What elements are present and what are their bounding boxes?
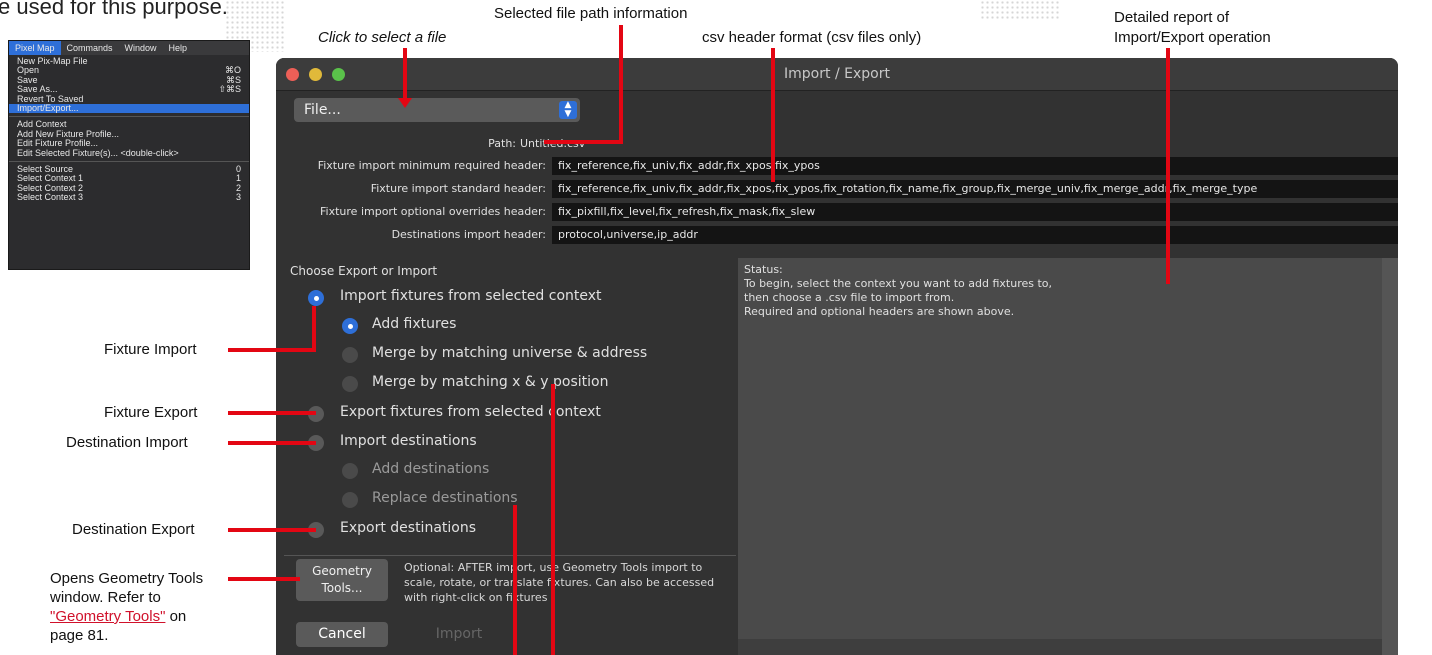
menu-item-new[interactable]: New Pix-Map File: [9, 56, 249, 66]
menu-bar-commands[interactable]: Commands: [61, 41, 119, 55]
callout-detailed-report-1: Detailed report of: [1114, 9, 1230, 26]
chevron-up-down-icon: ▲ ▼: [559, 101, 577, 119]
label-add-fixtures: Add fixtures: [372, 316, 457, 332]
callout-destination-import: Destination Import: [66, 434, 188, 451]
callout-selected-path-info: Selected file path information: [494, 5, 688, 22]
radio-import-fixtures[interactable]: [308, 290, 324, 306]
label-import-fixtures: Import fixtures from selected context: [340, 288, 602, 304]
callout-line-fixture-import-v: [312, 306, 316, 352]
callout-arrowhead: [398, 98, 412, 108]
destinations-header-field[interactable]: protocol,universe,ip_addr: [552, 226, 1398, 244]
callout-line-detailed-report: [1166, 48, 1170, 284]
page-header-fragment: e used for this purpose.: [0, 0, 228, 19]
callout-line-path-info-v: [619, 25, 623, 144]
callout-line-csv-header: [771, 48, 775, 182]
radio-add-destinations[interactable]: [342, 463, 358, 479]
radio-replace-destinations[interactable]: [342, 492, 358, 508]
menu-item-open[interactable]: Open ⌘O: [9, 65, 249, 75]
status-panel: Status: To begin, select the context you…: [738, 258, 1398, 655]
label-merge-univ-addr: Merge by matching universe & address: [372, 345, 648, 361]
geometry-tools-link[interactable]: "Geometry Tools": [50, 608, 165, 625]
callout-line-fixture-import-h: [228, 348, 316, 352]
geometry-note: Optional: AFTER import, use Geometry Too…: [404, 561, 715, 604]
geometry-tools-button[interactable]: Geometry Tools...: [296, 559, 388, 601]
standard-header-field[interactable]: fix_reference,fix_univ,fix_addr,fix_xpos…: [552, 180, 1398, 198]
callout-line-path-info-h: [544, 140, 623, 144]
import-button[interactable]: Import: [404, 622, 514, 647]
status-vertical-scrollbar[interactable]: [1382, 258, 1398, 655]
menu-item-edit-selected-fixtures[interactable]: Edit Selected Fixture(s)... <double-clic…: [9, 148, 249, 158]
status-title: Status:: [744, 263, 783, 276]
status-line: then choose a .csv file to import from.: [744, 291, 955, 304]
optional-header-label: Fixture import optional overrides header…: [320, 205, 546, 218]
min-header-label: Fixture import minimum required header:: [317, 159, 546, 172]
label-export-fixtures: Export fixtures from selected context: [340, 404, 601, 420]
optional-header-field[interactable]: fix_pixfill,fix_level,fix_refresh,fix_ma…: [552, 203, 1398, 221]
menu-item-select-context-3[interactable]: Select Context 33: [9, 192, 249, 202]
cancel-button[interactable]: Cancel: [296, 622, 388, 647]
divider: [284, 555, 736, 556]
callout-line-geometry: [228, 577, 300, 581]
status-line: To begin, select the context you want to…: [744, 277, 1053, 290]
callout-line-merge-xy: [551, 384, 555, 655]
dot-pattern-right: [980, 0, 1060, 20]
callout-geometry-line2: window. Refer to: [50, 589, 161, 606]
callout-line-destination-import: [228, 441, 316, 445]
standard-header-label: Fixture import standard header:: [370, 182, 546, 195]
label-merge-xy: Merge by matching x & y position: [372, 374, 609, 390]
callout-line-fixture-export: [228, 411, 316, 415]
min-header-field[interactable]: fix_reference,fix_univ,fix_addr,fix_xpos…: [552, 157, 1398, 175]
callout-click-to-select: Click to select a file: [318, 29, 447, 46]
label-import-destinations: Import destinations: [340, 433, 477, 449]
callout-geometry-line3: "Geometry Tools" on: [50, 608, 187, 625]
label-add-destinations: Add destinations: [372, 461, 490, 477]
menu-bar-help[interactable]: Help: [163, 41, 194, 55]
callout-fixture-import: Fixture Import: [104, 341, 197, 358]
status-horizontal-scrollbar[interactable]: [738, 639, 1382, 655]
callout-csv-header-format: csv header format (csv files only): [702, 29, 922, 46]
callout-line-destination-export: [228, 528, 316, 532]
window-title: Import / Export: [784, 66, 890, 82]
radio-merge-xy[interactable]: [342, 376, 358, 392]
menu-separator: [9, 116, 249, 118]
callout-geometry-line4: page 81.: [50, 627, 109, 644]
label-export-destinations: Export destinations: [340, 520, 477, 536]
menu-item-import-export[interactable]: Import/Export...: [9, 103, 249, 114]
status-line: Required and optional headers are shown …: [744, 305, 1015, 318]
label-replace-destinations: Replace destinations: [372, 490, 518, 506]
callout-line-click-select: [403, 48, 407, 100]
menu-bar-window[interactable]: Window: [119, 41, 163, 55]
callout-geometry-line1: Opens Geometry Tools: [50, 570, 204, 587]
callout-destination-export: Destination Export: [72, 521, 195, 538]
file-popup-label: File...: [304, 102, 341, 118]
radio-add-fixtures[interactable]: [342, 318, 358, 334]
pixel-map-menu: Pixel Map Commands Window Help New Pix-M…: [8, 40, 250, 270]
file-select-popup[interactable]: File... ▲ ▼: [294, 98, 580, 122]
path-label: Path:: [488, 137, 516, 150]
callout-detailed-report-2: Import/Export operation: [1114, 29, 1271, 46]
choose-export-import-title: Choose Export or Import: [290, 264, 438, 278]
menu-bar: Pixel Map Commands Window Help: [9, 41, 249, 55]
radio-merge-univ-addr[interactable]: [342, 347, 358, 363]
import-export-dialog: Import / Export File... ▲▼ Path: Untitle…: [276, 58, 1398, 655]
title-bar: Import / Export: [276, 58, 1398, 91]
menu-bar-pixel-map[interactable]: Pixel Map: [9, 41, 61, 55]
menu-separator: [9, 160, 249, 162]
callout-line-replace-dest: [513, 505, 517, 655]
callout-fixture-export: Fixture Export: [104, 404, 198, 421]
destinations-header-label: Destinations import header:: [391, 228, 546, 241]
